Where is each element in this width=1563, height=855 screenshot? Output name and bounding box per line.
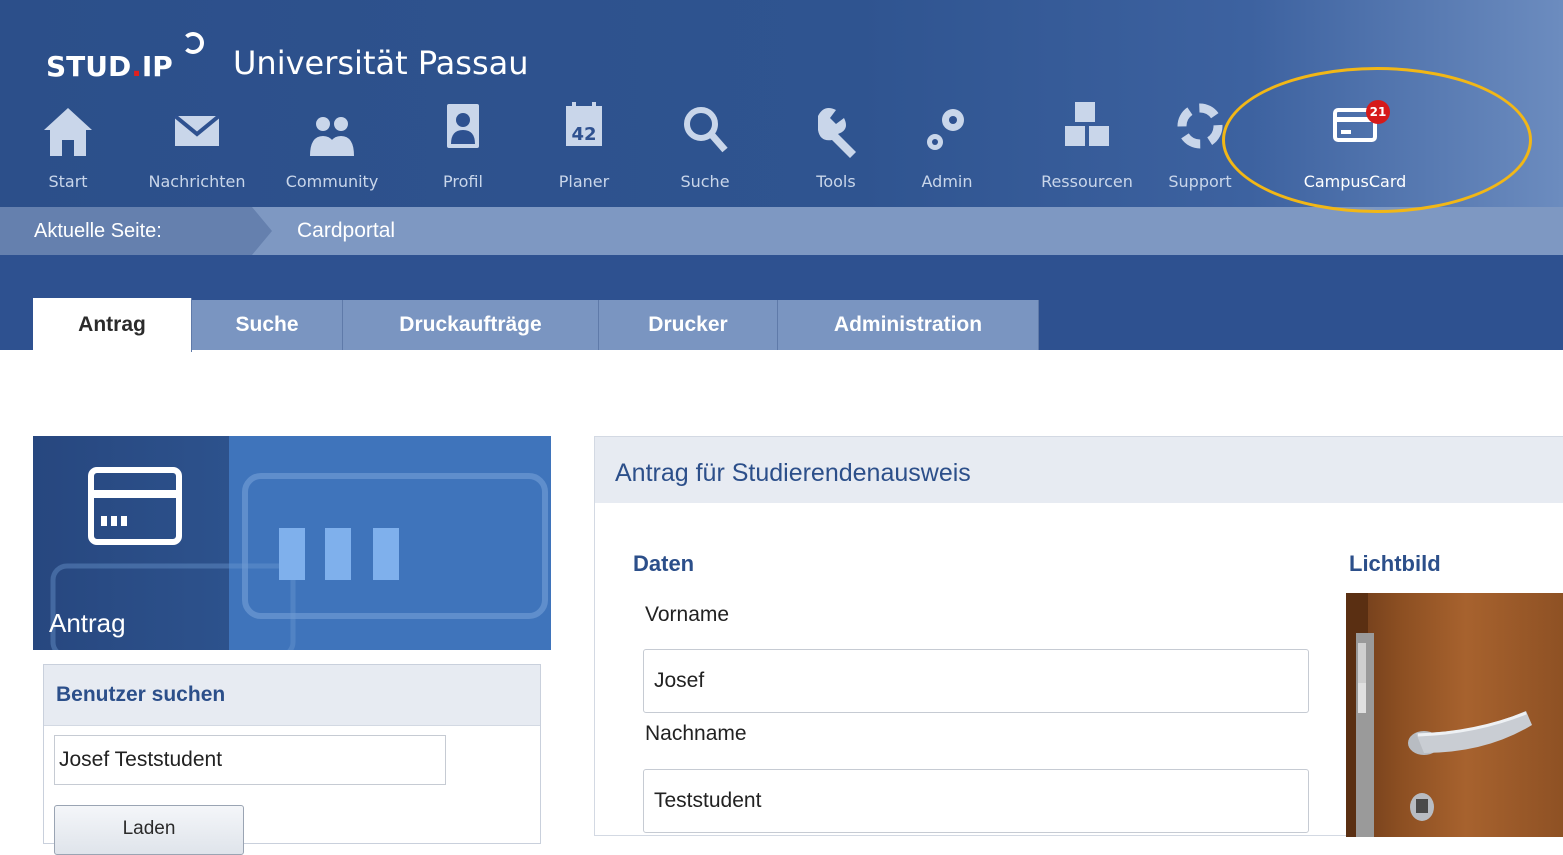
breadcrumb-current-page[interactable]: Cardportal [297,207,395,255]
nav-planer[interactable]: 42 Planer [548,100,620,200]
lifebuoy-icon [1177,103,1223,149]
gears-icon [927,109,964,150]
breadcrumb-arrow [252,207,272,255]
nav-profil-label: Profil [443,172,483,191]
nav-ressourcen-label: Ressourcen [1041,172,1133,191]
vorname-field[interactable]: Josef [643,649,1309,713]
tab-drucker[interactable]: Drucker [599,300,778,350]
data-section-title: Daten [633,551,695,576]
profile-icon [447,104,479,148]
nav-nachrichten-label: Nachrichten [148,172,246,191]
nav-planer-label: Planer [558,172,610,191]
card-icon [88,467,182,545]
home-icon [44,108,92,156]
logo-text-ip: IP [141,50,173,83]
logo-text-stud: STUD [46,50,132,83]
resources-icon [1065,102,1109,146]
photo-section-title: Lichtbild [1349,551,1441,576]
logo-dot: . [131,50,142,83]
laden-button[interactable]: Laden [54,805,244,855]
wrench-icon [818,108,856,158]
nav-start-label: Start [48,172,88,191]
nachname-field[interactable]: Teststudent [643,769,1309,833]
nav-suche[interactable]: Suche [670,100,740,200]
nachname-label: Nachname [645,722,747,745]
nav-nachrichten[interactable]: Nachrichten [132,100,262,200]
application-panel: Antrag für Studierendenausweis Daten Lic… [594,436,1563,837]
calendar-day-number: 42 [571,124,596,145]
nav-campuscard[interactable]: CampusCard [1280,100,1430,200]
institution-name: Universität Passau [233,44,529,82]
search-icon [684,107,728,153]
door-handle-illustration [1346,593,1532,837]
tab-suche[interactable]: Suche [192,300,343,350]
envelope-icon [173,114,221,146]
studip-logo[interactable]: STUD.IP [46,32,204,83]
sidebar-title: Antrag [49,608,126,638]
nav-campuscard-label: CampusCard [1303,172,1407,191]
nav-start[interactable]: Start [38,100,98,200]
nav-community-label: Community [285,172,379,191]
logo-signal-icon [182,32,204,54]
application-title: Antrag für Studierendenausweis [595,437,1563,503]
people-icon [310,117,354,156]
nav-tools-label: Tools [816,172,856,191]
calendar-icon: 42 [566,102,602,146]
campuscard-badge: 21 [1366,100,1390,124]
vorname-label: Vorname [645,603,730,626]
photo-image [1346,593,1563,837]
user-search-box: Benutzer suchen Josef Teststudent Laden [43,664,541,855]
nav-admin[interactable]: Admin [912,100,982,200]
tab-administration[interactable]: Administration [778,300,1039,350]
tab-antrag[interactable]: Antrag [33,298,192,352]
sidebar-banner: Antrag [33,436,551,650]
breadcrumb: Aktuelle Seite: Cardportal [0,207,1563,255]
nav-support[interactable]: Support [1160,100,1240,200]
nav-admin-label: Admin [921,172,973,191]
breadcrumb-label: Aktuelle Seite: [0,207,252,255]
nav-suche-label: Suche [680,172,730,191]
user-search-title: Benutzer suchen [44,665,540,726]
nav-support-label: Support [1168,172,1232,191]
nav-tools[interactable]: Tools [800,100,872,200]
nav-ressourcen[interactable]: Ressourcen [1022,100,1152,200]
user-search-input[interactable]: Josef Teststudent [54,735,446,785]
tab-druckauftraege[interactable]: Druckaufträge [343,300,599,350]
nav-community[interactable]: Community [272,100,392,200]
top-header: STUD.IP Universität Passau Start Nachric… [0,0,1563,207]
nav-profil[interactable]: Profil [428,100,498,200]
